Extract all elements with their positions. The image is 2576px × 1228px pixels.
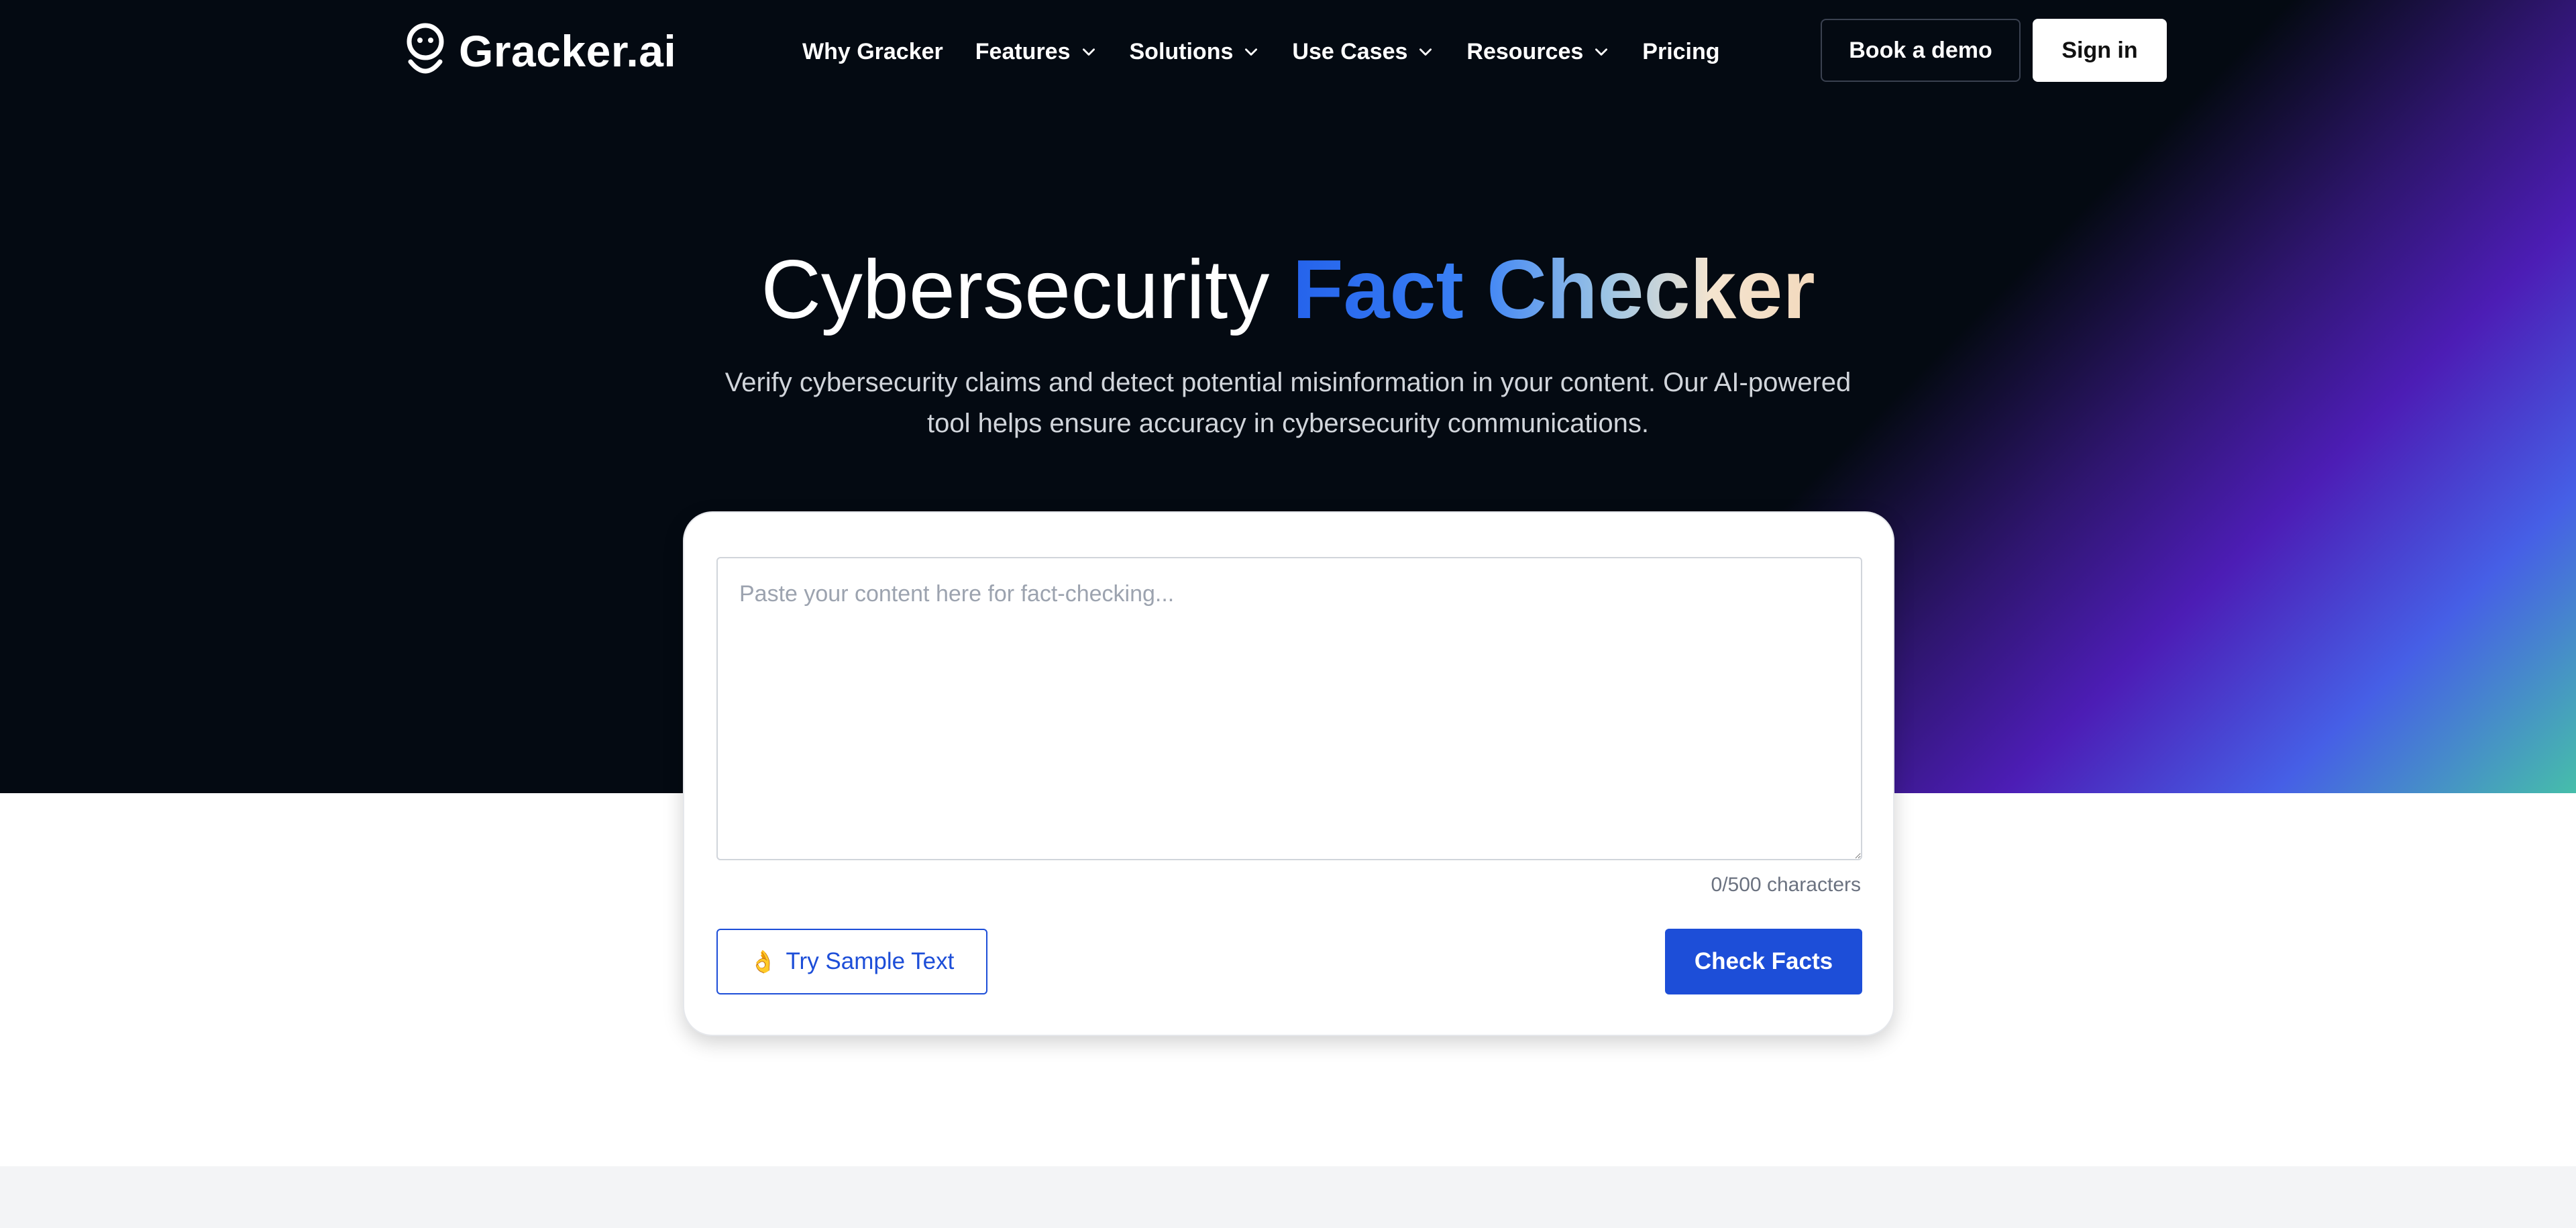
- nav-item-label: Resources: [1466, 38, 1584, 64]
- brand-name: Gracker.ai: [459, 26, 677, 76]
- nav-item-label: Solutions: [1129, 38, 1234, 64]
- nav-item-why-gracker[interactable]: Why Gracker: [802, 34, 943, 70]
- page-title-plain: Cybersecurity: [761, 244, 1293, 336]
- nav-item-pricing[interactable]: Pricing: [1642, 34, 1719, 70]
- gracker-mascot-icon: [407, 23, 444, 74]
- sign-in-button[interactable]: Sign in: [2033, 19, 2167, 82]
- nav-item-label: Use Cases: [1292, 38, 1408, 64]
- nav-item-use-cases[interactable]: Use Cases: [1292, 34, 1434, 70]
- page-title: Cybersecurity Fact Checker: [0, 236, 2576, 344]
- brand-logo[interactable]: Gracker.ai: [407, 23, 676, 79]
- chevron-down-icon: [1595, 48, 1608, 56]
- chevron-down-icon: [1245, 48, 1258, 56]
- nav-item-solutions[interactable]: Solutions: [1130, 34, 1260, 70]
- page-subtitle: Verify cybersecurity claims and detect p…: [724, 368, 1851, 438]
- fact-checker-card: 0/500 characters 👌 Try Sample Text Check…: [683, 511, 1894, 1036]
- nav-item-resources[interactable]: Resources: [1466, 34, 1610, 70]
- try-sample-text-label: Try Sample Text: [786, 948, 955, 974]
- chevron-down-icon: [1082, 48, 1095, 56]
- nav-item-label: Why Gracker: [802, 38, 943, 64]
- chevron-down-icon: [1419, 48, 1432, 56]
- check-facts-button[interactable]: Check Facts: [1665, 929, 1862, 994]
- nav-item-label: Pricing: [1642, 38, 1720, 64]
- page-title-accent: Fact Checker: [1292, 244, 1815, 336]
- nav-item-label: Features: [975, 38, 1071, 64]
- next-section-band: [0, 1166, 2576, 1228]
- content-input[interactable]: [716, 557, 1862, 860]
- main-nav: Why Gracker Features Solutions Use Cases…: [802, 34, 1752, 70]
- try-sample-text-button[interactable]: 👌 Try Sample Text: [716, 929, 987, 994]
- ok-hand-icon: 👌: [749, 950, 777, 974]
- nav-item-features[interactable]: Features: [975, 34, 1097, 70]
- character-counter: 0/500 characters: [1711, 874, 1861, 896]
- book-demo-button[interactable]: Book a demo: [1821, 19, 2021, 82]
